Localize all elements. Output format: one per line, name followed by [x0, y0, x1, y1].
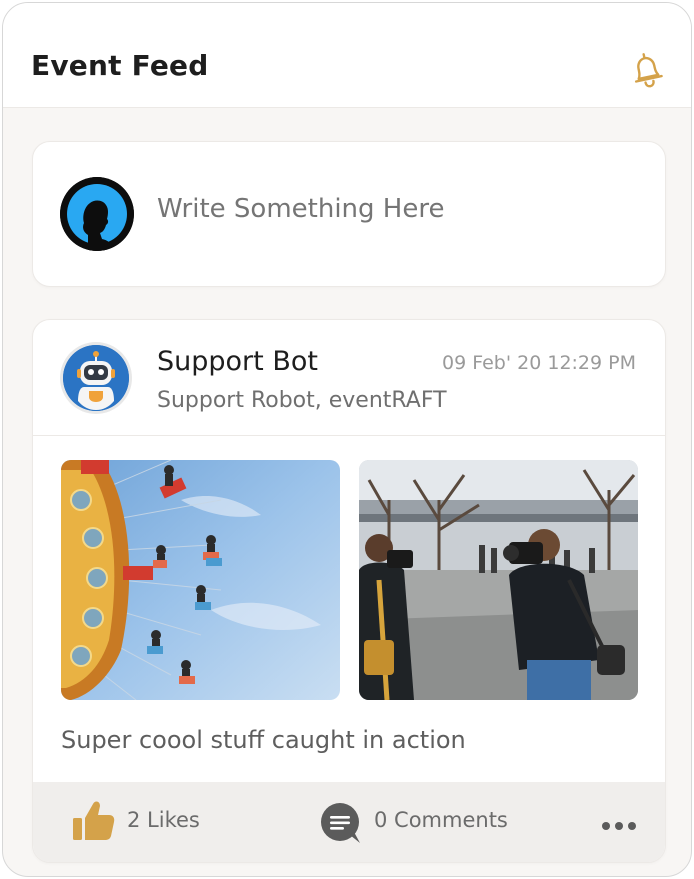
thumbs-up-icon[interactable] — [71, 798, 117, 844]
post-caption: Super coool stuff caught in action — [61, 726, 466, 754]
post-card: Support Bot 09 Feb' 20 12:29 PM Support … — [32, 319, 666, 863]
post-author-subtitle: Support Robot, eventRAFT — [157, 388, 447, 413]
page-title: Event Feed — [31, 49, 209, 82]
bot-avatar[interactable] — [60, 342, 132, 414]
comment-count-button[interactable]: 0 Comments — [374, 808, 508, 832]
like-count-button[interactable]: 2 Likes — [127, 808, 200, 832]
photographers-in-rain-photo[interactable] — [359, 460, 638, 700]
post-author-name[interactable]: Support Bot — [157, 346, 318, 377]
more-options-icon[interactable] — [601, 816, 637, 830]
user-avatar — [60, 177, 134, 251]
event-feed-screen: Event Feed Write Something Here Support … — [2, 2, 692, 877]
post-actions-bar: 2 Likes 0 Comments — [33, 782, 665, 862]
robot-icon — [63, 345, 129, 411]
bell-icon[interactable] — [627, 49, 667, 91]
post-composer-card[interactable] — [32, 141, 666, 287]
carnival-swing-ride-photo[interactable] — [61, 460, 340, 700]
post-timestamp: 09 Feb' 20 12:29 PM — [442, 352, 636, 374]
comment-icon[interactable] — [320, 802, 362, 844]
divider — [33, 435, 665, 436]
write-post-input[interactable] — [157, 194, 617, 224]
app-header: Event Feed — [3, 3, 691, 108]
